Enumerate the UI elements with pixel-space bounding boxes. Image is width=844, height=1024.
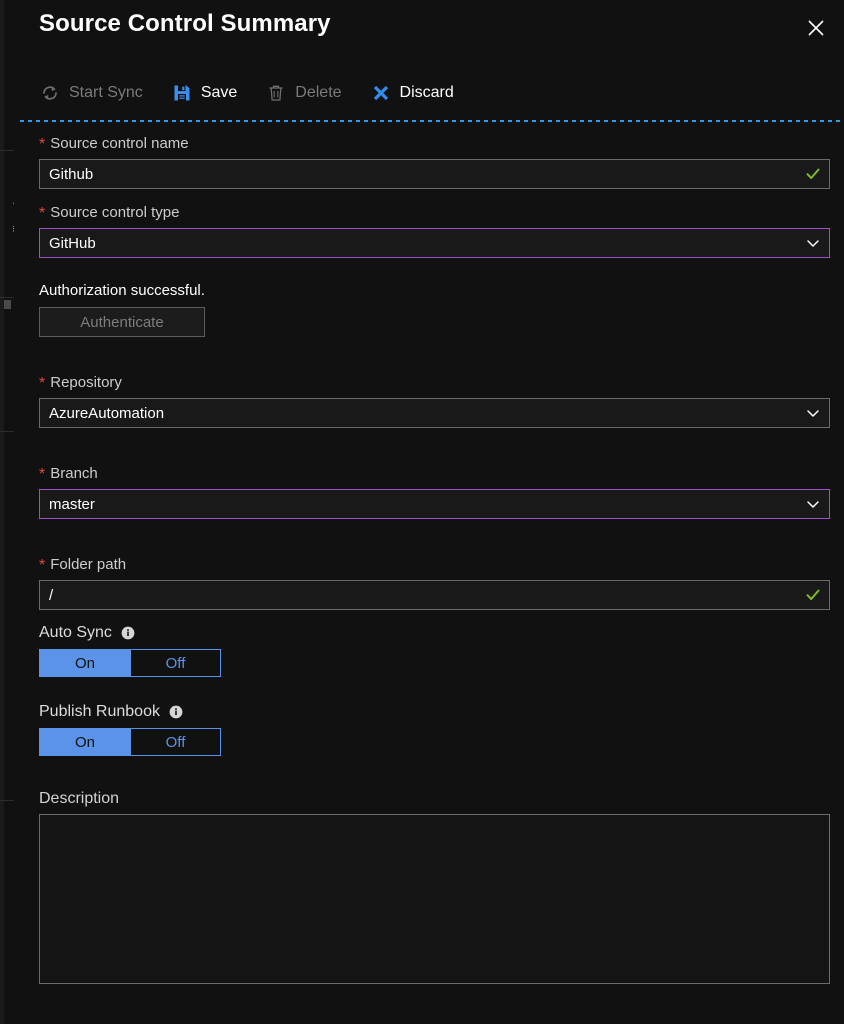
required-indicator: *	[39, 375, 46, 392]
required-indicator: *	[39, 557, 46, 574]
auto-sync-toggle[interactable]: On Off	[39, 649, 221, 677]
required-indicator: *	[39, 136, 46, 153]
repository-label-text: Repository	[50, 373, 122, 391]
discard-button[interactable]: Discard	[370, 77, 466, 109]
command-toolbar: Start Sync Save Delete Discard	[14, 70, 482, 116]
source-control-type-label: * Source control type	[39, 201, 830, 223]
source-control-name-input[interactable]: Github	[39, 159, 830, 189]
authenticate-button[interactable]: Authenticate	[39, 307, 205, 337]
source-control-type-label-text: Source control type	[50, 203, 180, 221]
field-description: Description	[14, 790, 844, 984]
required-indicator: *	[39, 205, 46, 222]
screen-root: « ≡ Source Control Summary	[0, 0, 844, 1024]
background-blade-glyph-2: ≡	[0, 216, 14, 242]
delete-label: Delete	[295, 84, 342, 101]
description-label: Description	[39, 790, 120, 807]
background-blade-scrollbar[interactable]	[4, 300, 11, 309]
auto-sync-label: Auto Sync	[39, 622, 830, 644]
field-publish-runbook: Publish Runbook On Off	[14, 701, 844, 756]
folder-path-label: * Folder path	[39, 553, 830, 575]
info-icon[interactable]	[121, 626, 135, 640]
background-blade[interactable]: « ≡	[0, 0, 14, 1024]
publish-runbook-off-option[interactable]: Off	[130, 729, 220, 755]
branch-label-text: Branch	[50, 464, 98, 482]
source-control-name-label-text: Source control name	[50, 134, 189, 152]
trash-icon	[265, 82, 287, 104]
branch-dropdown[interactable]: master	[39, 489, 830, 519]
field-repository: * Repository AzureAutomation	[14, 371, 844, 428]
background-blade-edge	[0, 0, 4, 1024]
panel-titlebar: Source Control Summary	[14, 0, 844, 58]
chevron-down-icon[interactable]	[797, 496, 829, 512]
repository-dropdown[interactable]: AzureAutomation	[39, 398, 830, 428]
authorization-status: Authorization successful.	[39, 282, 205, 299]
background-blade-glyph-1: «	[0, 190, 14, 216]
page-title: Source Control Summary	[39, 10, 331, 37]
publish-runbook-toggle[interactable]: On Off	[39, 728, 221, 756]
source-control-name-label: * Source control name	[39, 132, 830, 154]
toolbar-separator	[20, 120, 844, 122]
field-branch: * Branch master	[14, 462, 844, 519]
discard-label: Discard	[399, 84, 454, 101]
source-control-type-value: GitHub	[49, 234, 96, 252]
required-indicator: *	[39, 466, 46, 483]
close-icon[interactable]	[796, 8, 836, 48]
sync-icon	[39, 82, 61, 104]
source-control-name-value: Github	[49, 165, 94, 183]
save-button[interactable]: Save	[171, 77, 249, 109]
background-blade-divider	[0, 800, 14, 801]
authorization-section: Authorization successful. Authenticate	[14, 282, 844, 337]
auto-sync-on-option[interactable]: On	[40, 650, 130, 676]
delete-button[interactable]: Delete	[265, 77, 353, 109]
source-control-form: * Source control name Github * Source co…	[14, 132, 844, 984]
auto-sync-label-text: Auto Sync	[39, 624, 112, 641]
publish-runbook-label: Publish Runbook	[39, 701, 830, 723]
save-icon	[171, 82, 193, 104]
field-source-control-name: * Source control name Github	[14, 132, 844, 189]
start-sync-label: Start Sync	[69, 84, 143, 101]
background-blade-divider	[0, 297, 14, 298]
field-source-control-type: * Source control type GitHub	[14, 201, 844, 258]
folder-path-value: /	[49, 586, 54, 604]
field-auto-sync: Auto Sync On Off	[14, 622, 844, 677]
folder-path-label-text: Folder path	[50, 555, 127, 573]
field-folder-path: * Folder path /	[14, 553, 844, 610]
branch-value: master	[49, 495, 95, 513]
folder-path-input[interactable]: /	[39, 580, 830, 610]
description-textarea[interactable]	[39, 814, 830, 984]
info-icon[interactable]	[169, 705, 183, 719]
source-control-type-dropdown[interactable]: GitHub	[39, 228, 830, 258]
checkmark-icon	[797, 166, 829, 182]
repository-value: AzureAutomation	[49, 404, 165, 422]
publish-runbook-label-text: Publish Runbook	[39, 703, 160, 720]
background-blade-divider	[0, 431, 14, 432]
chevron-down-icon[interactable]	[797, 405, 829, 421]
branch-label: * Branch	[39, 462, 830, 484]
checkmark-icon	[797, 587, 829, 603]
auto-sync-off-option[interactable]: Off	[130, 650, 220, 676]
start-sync-button[interactable]: Start Sync	[39, 77, 155, 109]
repository-label: * Repository	[39, 371, 830, 393]
save-label: Save	[200, 84, 238, 101]
publish-runbook-on-option[interactable]: On	[40, 729, 130, 755]
background-blade-divider	[0, 150, 14, 151]
discard-x-icon	[370, 82, 392, 104]
source-control-summary-panel: Source Control Summary Start Sync Save D…	[14, 0, 844, 1024]
chevron-down-icon[interactable]	[797, 235, 829, 251]
